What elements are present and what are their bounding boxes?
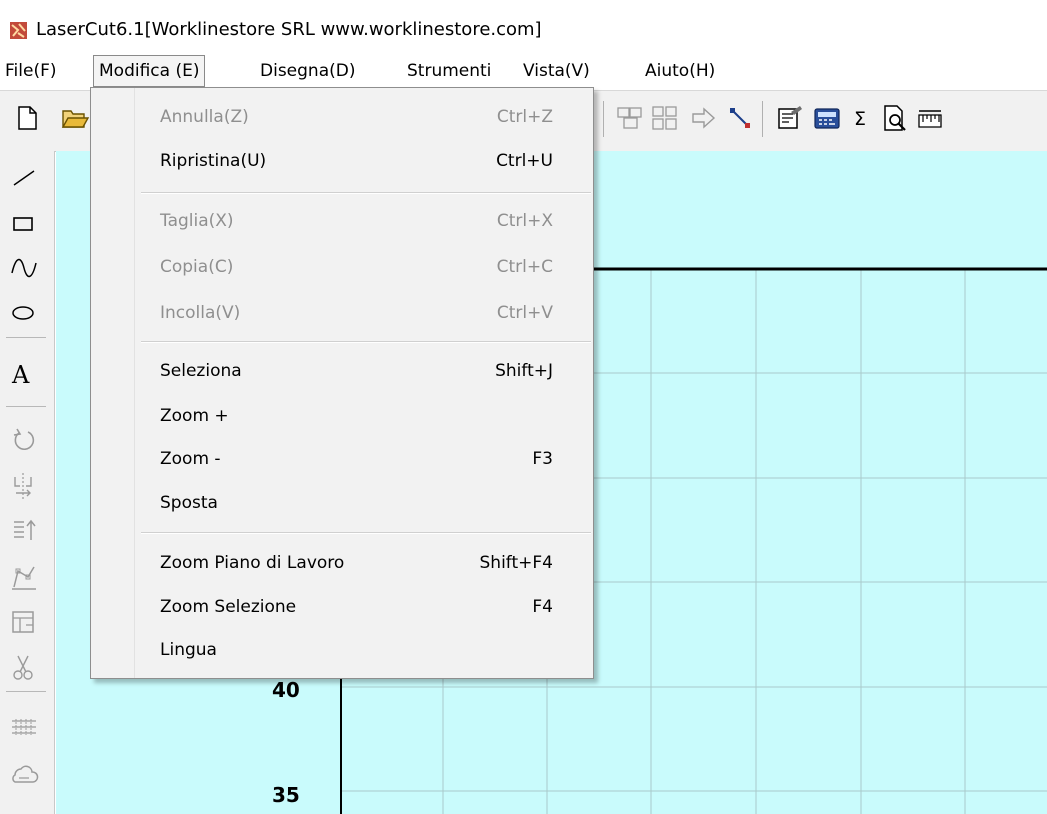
- preview-icon[interactable]: [880, 103, 910, 133]
- menu-item-taglia[interactable]: Taglia(X) Ctrl+X: [91, 203, 593, 243]
- ungroup-icon[interactable]: [650, 103, 680, 133]
- toolbar-separator: [603, 101, 604, 137]
- menu-item-shortcut: Ctrl+V: [496, 303, 553, 323]
- left-tool-strip: A: [0, 151, 55, 814]
- node-edit-icon[interactable]: [725, 103, 755, 133]
- ellipse-tool-icon[interactable]: [8, 296, 42, 330]
- menu-item-label: Seleziona: [160, 361, 242, 381]
- menu-file[interactable]: File(F): [0, 56, 62, 86]
- menu-item-zoom-piano-di-lavoro[interactable]: Zoom Piano di Lavoro Shift+F4: [91, 545, 593, 585]
- text-tool-icon[interactable]: A: [8, 356, 42, 390]
- menu-item-zoom-selezione[interactable]: Zoom Selezione F4: [91, 589, 593, 629]
- scissors-icon[interactable]: [8, 651, 42, 685]
- menu-item-zoom-in[interactable]: Zoom +: [91, 398, 593, 438]
- tool-separator: [6, 406, 46, 407]
- menu-item-zoom-out[interactable]: Zoom - F3: [91, 441, 593, 481]
- menu-item-ripristina[interactable]: Ripristina(U) Ctrl+U: [91, 143, 593, 183]
- toolbar-separator: [762, 101, 763, 137]
- menu-separator: [141, 532, 591, 534]
- menu-item-label: Zoom -: [160, 449, 221, 469]
- menu-separator: [141, 192, 591, 194]
- ruler-label-40: 40: [272, 678, 300, 702]
- menu-modifica[interactable]: Modifica (E): [93, 55, 206, 87]
- menu-item-label: Zoom Selezione: [160, 597, 297, 617]
- mirror-icon[interactable]: [8, 469, 42, 503]
- line-tool-icon[interactable]: [8, 159, 42, 193]
- menu-item-annulla[interactable]: Annulla(Z) Ctrl+Z: [91, 99, 593, 139]
- rectangle-tool-icon[interactable]: [8, 207, 42, 241]
- menu-item-shortcut: F3: [532, 449, 553, 469]
- align-icon[interactable]: [8, 514, 42, 548]
- cloud-icon[interactable]: [8, 758, 42, 792]
- menu-item-label: Incolla(V): [160, 303, 241, 323]
- menu-item-label: Sposta: [160, 493, 218, 513]
- menu-item-lingua[interactable]: Lingua: [91, 632, 593, 672]
- svg-text:Σ: Σ: [854, 108, 866, 130]
- menu-item-shortcut: Ctrl+U: [496, 151, 553, 171]
- array-icon[interactable]: [8, 711, 42, 745]
- menu-item-incolla[interactable]: Incolla(V) Ctrl+V: [91, 295, 593, 335]
- title-bar: LaserCut6.1[Worklinestore SRL www.workli…: [0, 0, 1047, 50]
- window-title: LaserCut6.1[Worklinestore SRL www.workli…: [36, 19, 542, 40]
- open-folder-icon[interactable]: [60, 103, 90, 133]
- menu-strumenti[interactable]: Strumenti: [402, 56, 496, 86]
- app-logo-icon: [10, 22, 27, 39]
- calculator-icon[interactable]: [812, 103, 842, 133]
- new-file-icon[interactable]: [13, 103, 43, 133]
- menu-item-label: Zoom +: [160, 406, 229, 426]
- menu-item-label: Taglia(X): [160, 211, 234, 231]
- menu-item-shortcut: Ctrl+X: [496, 211, 553, 231]
- sigma-icon[interactable]: Σ: [847, 103, 877, 133]
- menu-item-sposta[interactable]: Sposta: [91, 485, 593, 525]
- polyline-edit-icon[interactable]: [8, 561, 42, 595]
- menu-bar: File(F) Modifica (E) Disegna(D) Strument…: [0, 54, 1047, 88]
- ruler-icon[interactable]: [915, 103, 945, 133]
- menu-item-shortcut: Shift+J: [495, 361, 553, 381]
- ruler-label-35: 35: [272, 783, 300, 807]
- menu-separator: [141, 341, 591, 343]
- tool-separator: [6, 691, 46, 692]
- menu-item-shortcut: F4: [532, 597, 553, 617]
- frame-icon[interactable]: [8, 606, 42, 640]
- arrow-right-icon[interactable]: [688, 103, 718, 133]
- menu-item-label: Zoom Piano di Lavoro: [160, 553, 345, 573]
- menu-item-label: Annulla(Z): [160, 107, 249, 127]
- menu-item-label: Lingua: [160, 640, 217, 660]
- group-icon[interactable]: [615, 103, 645, 133]
- menu-disegna[interactable]: Disegna(D): [255, 56, 360, 86]
- menu-item-seleziona[interactable]: Seleziona Shift+J: [91, 353, 593, 393]
- curve-tool-icon[interactable]: [8, 251, 42, 285]
- menu-item-shortcut: Ctrl+C: [496, 257, 553, 277]
- menu-item-copia[interactable]: Copia(C) Ctrl+C: [91, 249, 593, 289]
- svg-text:A: A: [11, 361, 30, 389]
- menu-aiuto[interactable]: Aiuto(H): [640, 56, 720, 86]
- menu-vista[interactable]: Vista(V): [518, 56, 595, 86]
- tool-separator: [6, 337, 46, 338]
- menu-item-label: Copia(C): [160, 257, 234, 277]
- edit-menu-dropdown: Annulla(Z) Ctrl+Z Ripristina(U) Ctrl+U T…: [90, 87, 594, 679]
- menu-item-shortcut: Ctrl+Z: [496, 107, 553, 127]
- menu-item-label: Ripristina(U): [160, 151, 267, 171]
- properties-icon[interactable]: [775, 103, 805, 133]
- menu-item-shortcut: Shift+F4: [479, 553, 553, 573]
- rotate-icon[interactable]: [8, 424, 42, 458]
